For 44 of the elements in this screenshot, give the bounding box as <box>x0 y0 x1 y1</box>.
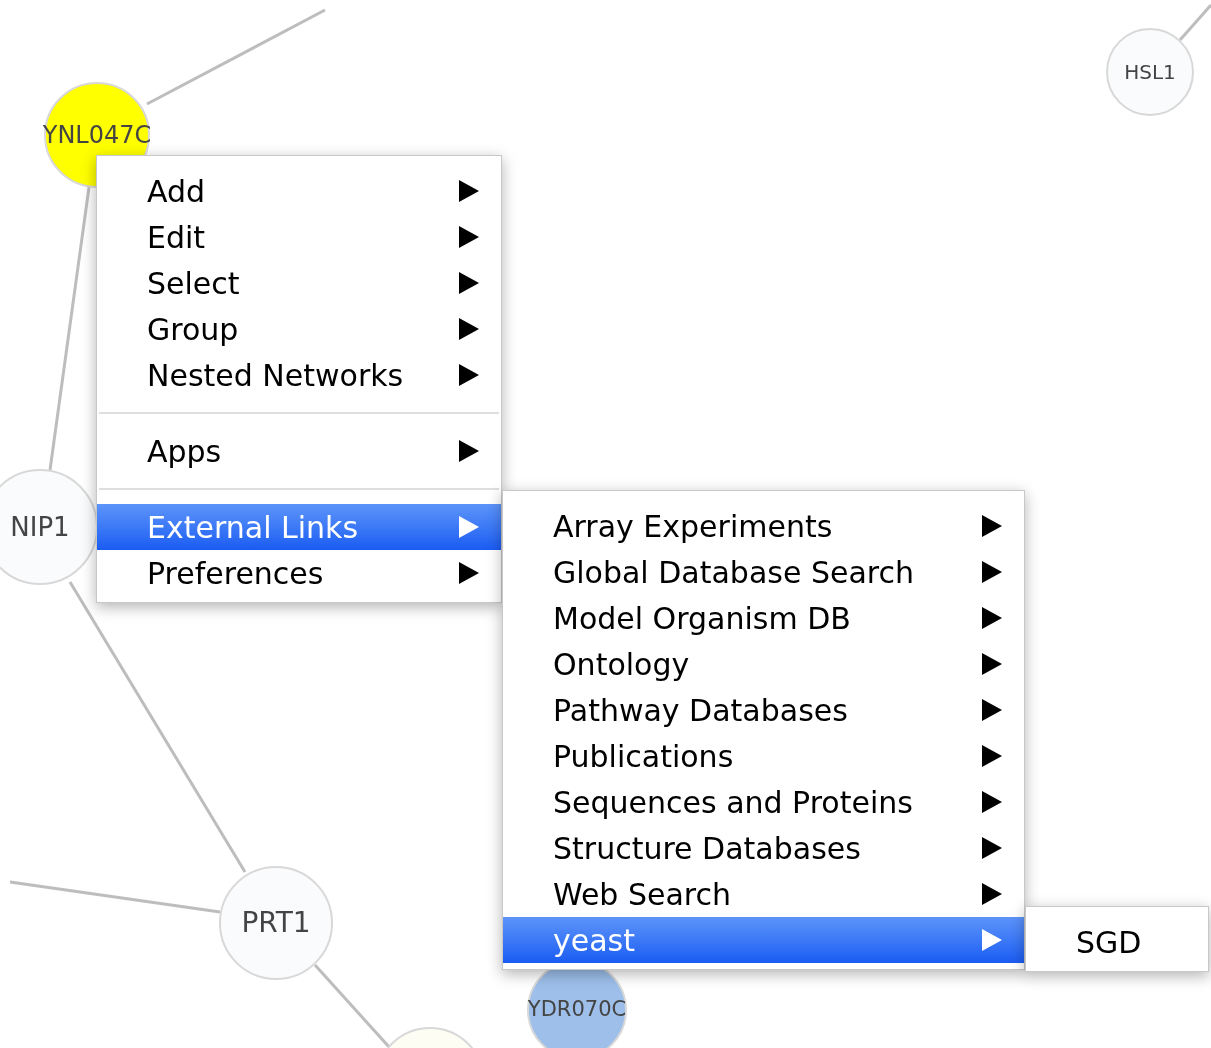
submenu-arrow-icon <box>982 699 1002 721</box>
network-node[interactable]: NIP1 <box>0 469 98 585</box>
submenu-arrow-icon <box>459 318 479 340</box>
submenu-arrow-icon <box>459 180 479 202</box>
menu-item[interactable]: SGD <box>1026 919 1208 965</box>
submenu-arrow-icon <box>459 364 479 386</box>
menu-item[interactable]: Publications <box>503 733 1024 779</box>
submenu-arrow-icon <box>459 562 479 584</box>
menu-item[interactable]: Preferences <box>97 550 501 596</box>
submenu-arrow-icon <box>982 607 1002 629</box>
edge-line <box>1178 4 1211 41</box>
submenu-arrow-icon <box>982 883 1002 905</box>
menu-item[interactable]: Array Experiments <box>503 503 1024 549</box>
menu-item[interactable]: Sequences and Proteins <box>503 779 1024 825</box>
submenu-arrow-icon <box>982 653 1002 675</box>
submenu-arrow-icon <box>982 561 1002 583</box>
network-node[interactable]: HSL1 <box>1106 28 1194 116</box>
submenu-arrow-icon <box>459 272 479 294</box>
submenu-arrow-icon <box>459 226 479 248</box>
submenu-arrow-icon <box>982 515 1002 537</box>
node-label: NIP1 <box>10 510 70 544</box>
menu-item[interactable]: Pathway Databases <box>503 687 1024 733</box>
node-label: HSL1 <box>1124 59 1176 86</box>
menu-item[interactable]: Apps <box>97 428 501 474</box>
submenu-arrow-icon <box>982 837 1002 859</box>
submenu-arrow-icon <box>982 929 1002 951</box>
submenu-arrow-icon <box>982 791 1002 813</box>
node-label: YDR070C <box>527 996 627 1024</box>
menu-item[interactable]: Group <box>97 306 501 352</box>
menu-item[interactable]: Select <box>97 260 501 306</box>
submenu-arrow-icon <box>459 516 479 538</box>
submenu-arrow-icon <box>982 745 1002 767</box>
network-node[interactable]: PRT1 <box>219 866 333 980</box>
menu-item[interactable]: Global Database Search <box>503 549 1024 595</box>
menu-item[interactable]: Web Search <box>503 871 1024 917</box>
menu-item[interactable]: External Links <box>97 504 501 550</box>
node-label: PRT1 <box>241 905 311 941</box>
menu-item[interactable]: Structure Databases <box>503 825 1024 871</box>
menu-item[interactable]: Nested Networks <box>97 352 501 398</box>
menu-item[interactable]: Model Organism DB <box>503 595 1024 641</box>
menu-item[interactable]: yeast <box>503 917 1024 963</box>
menu-item[interactable]: Ontology <box>503 641 1024 687</box>
menu-item[interactable]: Edit <box>97 214 501 260</box>
submenu-arrow-icon <box>459 440 479 462</box>
